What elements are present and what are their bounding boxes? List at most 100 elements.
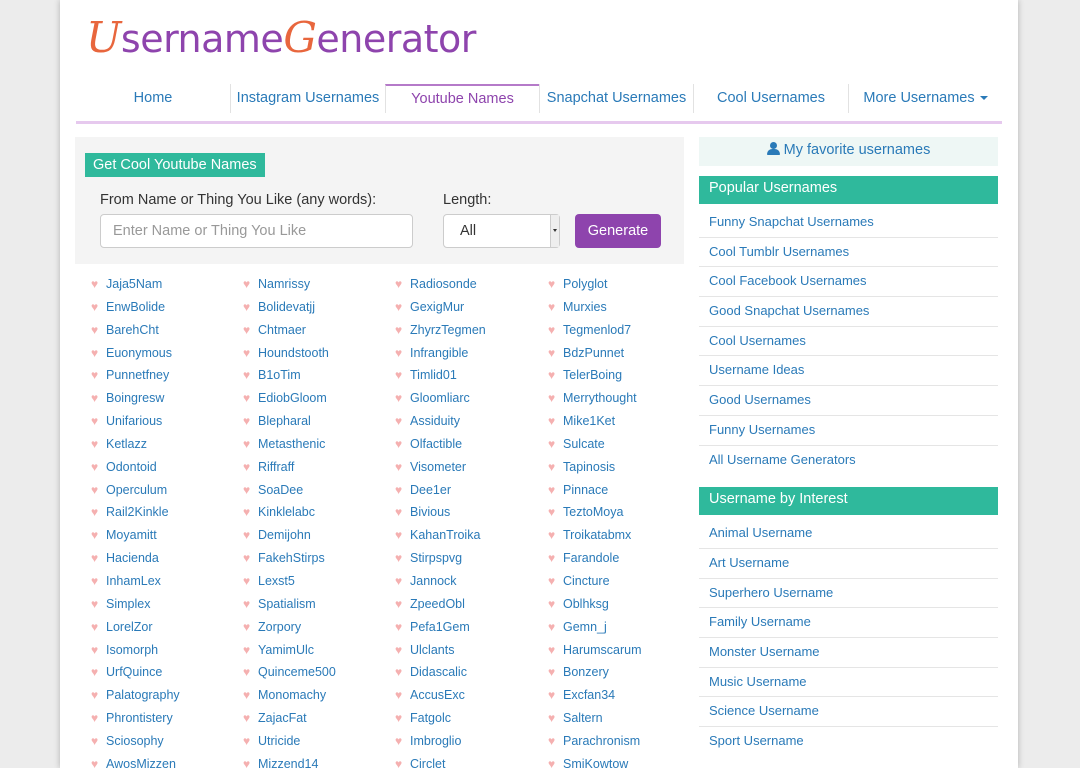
username-item[interactable]: ♥ Merrythought [548, 389, 698, 412]
heart-icon[interactable]: ♥ [243, 572, 258, 590]
username-text[interactable]: InhamLex [106, 574, 161, 588]
username-text[interactable]: Ulclants [410, 643, 454, 657]
username-text[interactable]: Murxies [563, 300, 607, 314]
site-logo[interactable]: UsernameGenerator [86, 14, 476, 63]
heart-icon[interactable]: ♥ [243, 641, 258, 659]
username-item[interactable]: ♥ Boingresw [91, 389, 241, 412]
username-item[interactable]: ♥ Operculum [91, 481, 241, 504]
username-text[interactable]: Olfactible [410, 437, 462, 451]
username-item[interactable]: ♥ B1oTim [243, 366, 393, 389]
popular-username-link[interactable]: Cool Tumblr Usernames [699, 238, 998, 268]
username-text[interactable]: Blepharal [258, 414, 311, 428]
username-item[interactable]: ♥ Quinceme500 [243, 663, 393, 686]
nav-item-youtube-names[interactable]: Youtube Names [385, 84, 539, 113]
heart-icon[interactable]: ♥ [243, 458, 258, 476]
username-item[interactable]: ♥ ZhyrzTegmen [395, 321, 545, 344]
username-item[interactable]: ♥ Excfan34 [548, 686, 698, 709]
username-item[interactable]: ♥ Spatialism [243, 595, 393, 618]
username-text[interactable]: FakehStirps [258, 551, 325, 565]
interest-username-link[interactable]: Music Username [699, 668, 998, 698]
heart-icon[interactable]: ♥ [395, 298, 410, 316]
username-item[interactable]: ♥ Ulclants [395, 641, 545, 664]
username-item[interactable]: ♥ Utricide [243, 732, 393, 755]
username-item[interactable]: ♥ AccusExc [395, 686, 545, 709]
username-text[interactable]: AccusExc [410, 688, 465, 702]
username-item[interactable]: ♥ Pefa1Gem [395, 618, 545, 641]
username-text[interactable]: Lexst5 [258, 574, 295, 588]
username-item[interactable]: ♥ ZajacFat [243, 709, 393, 732]
heart-icon[interactable]: ♥ [91, 458, 106, 476]
length-select[interactable]: All [443, 214, 560, 248]
username-item[interactable]: ♥ Stirpspvg [395, 549, 545, 572]
username-text[interactable]: Cincture [563, 574, 610, 588]
username-text[interactable]: GexigMur [410, 300, 464, 314]
heart-icon[interactable]: ♥ [243, 435, 258, 453]
heart-icon[interactable]: ♥ [548, 686, 563, 704]
heart-icon[interactable]: ♥ [395, 412, 410, 430]
username-item[interactable]: ♥ Saltern [548, 709, 698, 732]
popular-username-link[interactable]: Good Usernames [699, 386, 998, 416]
username-text[interactable]: Tapinosis [563, 460, 615, 474]
username-item[interactable]: ♥ BarehCht [91, 321, 241, 344]
username-item[interactable]: ♥ ZpeedObl [395, 595, 545, 618]
heart-icon[interactable]: ♥ [91, 732, 106, 750]
username-item[interactable]: ♥ Tegmenlod7 [548, 321, 698, 344]
username-text[interactable]: Odontoid [106, 460, 157, 474]
heart-icon[interactable]: ♥ [395, 275, 410, 293]
nav-item-home[interactable]: Home [76, 84, 230, 113]
heart-icon[interactable]: ♥ [548, 412, 563, 430]
username-text[interactable]: TelerBoing [563, 368, 622, 382]
heart-icon[interactable]: ♥ [243, 755, 258, 768]
heart-icon[interactable]: ♥ [395, 344, 410, 362]
heart-icon[interactable]: ♥ [395, 732, 410, 750]
username-text[interactable]: Visometer [410, 460, 466, 474]
username-text[interactable]: Gemn_j [563, 620, 607, 634]
username-text[interactable]: UrfQuince [106, 665, 162, 679]
heart-icon[interactable]: ♥ [548, 572, 563, 590]
username-item[interactable]: ♥ Lexst5 [243, 572, 393, 595]
heart-icon[interactable]: ♥ [91, 641, 106, 659]
username-text[interactable]: Euonymous [106, 346, 172, 360]
interest-username-link[interactable]: Science Username [699, 697, 998, 727]
username-item[interactable]: ♥ YamimUlc [243, 641, 393, 664]
heart-icon[interactable]: ♥ [243, 298, 258, 316]
username-text[interactable]: Chtmaer [258, 323, 306, 337]
username-item[interactable]: ♥ Radiosonde [395, 275, 545, 298]
username-text[interactable]: SmjKowtow [563, 757, 628, 768]
heart-icon[interactable]: ♥ [91, 686, 106, 704]
username-item[interactable]: ♥ Phrontistery [91, 709, 241, 732]
username-text[interactable]: Pefa1Gem [410, 620, 470, 634]
heart-icon[interactable]: ♥ [91, 709, 106, 727]
username-text[interactable]: Bonzery [563, 665, 609, 679]
username-item[interactable]: ♥ LorelZor [91, 618, 241, 641]
username-text[interactable]: Moyamitt [106, 528, 157, 542]
popular-username-link[interactable]: Funny Usernames [699, 416, 998, 446]
username-text[interactable]: Farandole [563, 551, 619, 565]
heart-icon[interactable]: ♥ [395, 663, 410, 681]
username-text[interactable]: EdiobGloom [258, 391, 327, 405]
heart-icon[interactable]: ♥ [91, 389, 106, 407]
heart-icon[interactable]: ♥ [548, 344, 563, 362]
username-item[interactable]: ♥ InhamLex [91, 572, 241, 595]
interest-username-link[interactable]: Monster Username [699, 638, 998, 668]
username-text[interactable]: Gloomliarc [410, 391, 470, 405]
heart-icon[interactable]: ♥ [395, 458, 410, 476]
username-text[interactable]: Excfan34 [563, 688, 615, 702]
username-text[interactable]: Imbroglio [410, 734, 461, 748]
heart-icon[interactable]: ♥ [91, 549, 106, 567]
username-text[interactable]: Kinklelabc [258, 505, 315, 519]
username-item[interactable]: ♥ Chtmaer [243, 321, 393, 344]
heart-icon[interactable]: ♥ [91, 503, 106, 521]
heart-icon[interactable]: ♥ [243, 686, 258, 704]
heart-icon[interactable]: ♥ [243, 709, 258, 727]
username-item[interactable]: ♥ Olfactible [395, 435, 545, 458]
username-text[interactable]: ZhyrzTegmen [410, 323, 486, 337]
username-item[interactable]: ♥ Tapinosis [548, 458, 698, 481]
username-text[interactable]: Zorpory [258, 620, 301, 634]
heart-icon[interactable]: ♥ [243, 618, 258, 636]
username-text[interactable]: Harumscarum [563, 643, 642, 657]
username-text[interactable]: Sulcate [563, 437, 605, 451]
username-item[interactable]: ♥ Namrissy [243, 275, 393, 298]
heart-icon[interactable]: ♥ [91, 481, 106, 499]
username-item[interactable]: ♥ Harumscarum [548, 641, 698, 664]
